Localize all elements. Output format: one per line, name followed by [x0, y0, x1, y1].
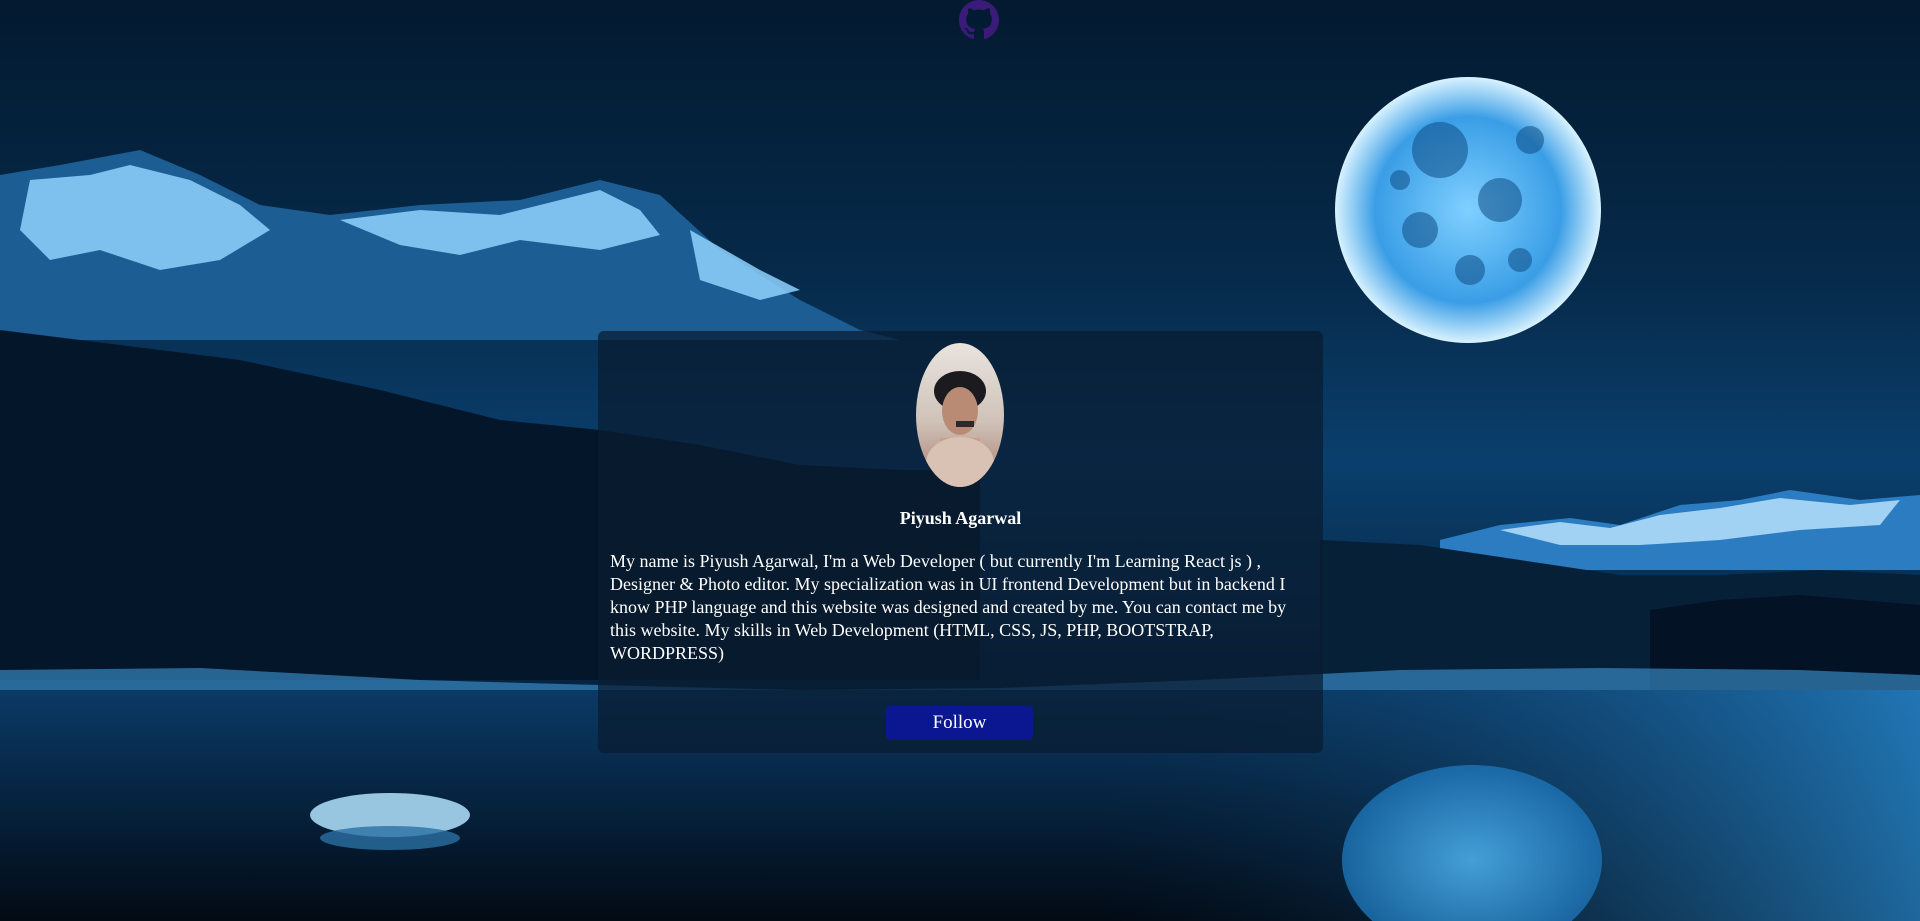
water-rock-shadow: [320, 826, 460, 850]
profile-bio: My name is Piyush Agarwal, I'm a Web Dev…: [610, 551, 1287, 663]
moon: [1335, 77, 1601, 343]
user-photo: [926, 371, 994, 487]
avatar: [916, 343, 1004, 487]
github-link[interactable]: [959, 0, 999, 40]
follow-button[interactable]: Follow: [886, 706, 1033, 740]
github-icon: [959, 0, 999, 40]
profile-name: Piyush Agarwal: [899, 508, 1022, 528]
profile-card: Piyush Agarwal My name is Piyush Agarwal…: [598, 331, 1323, 753]
